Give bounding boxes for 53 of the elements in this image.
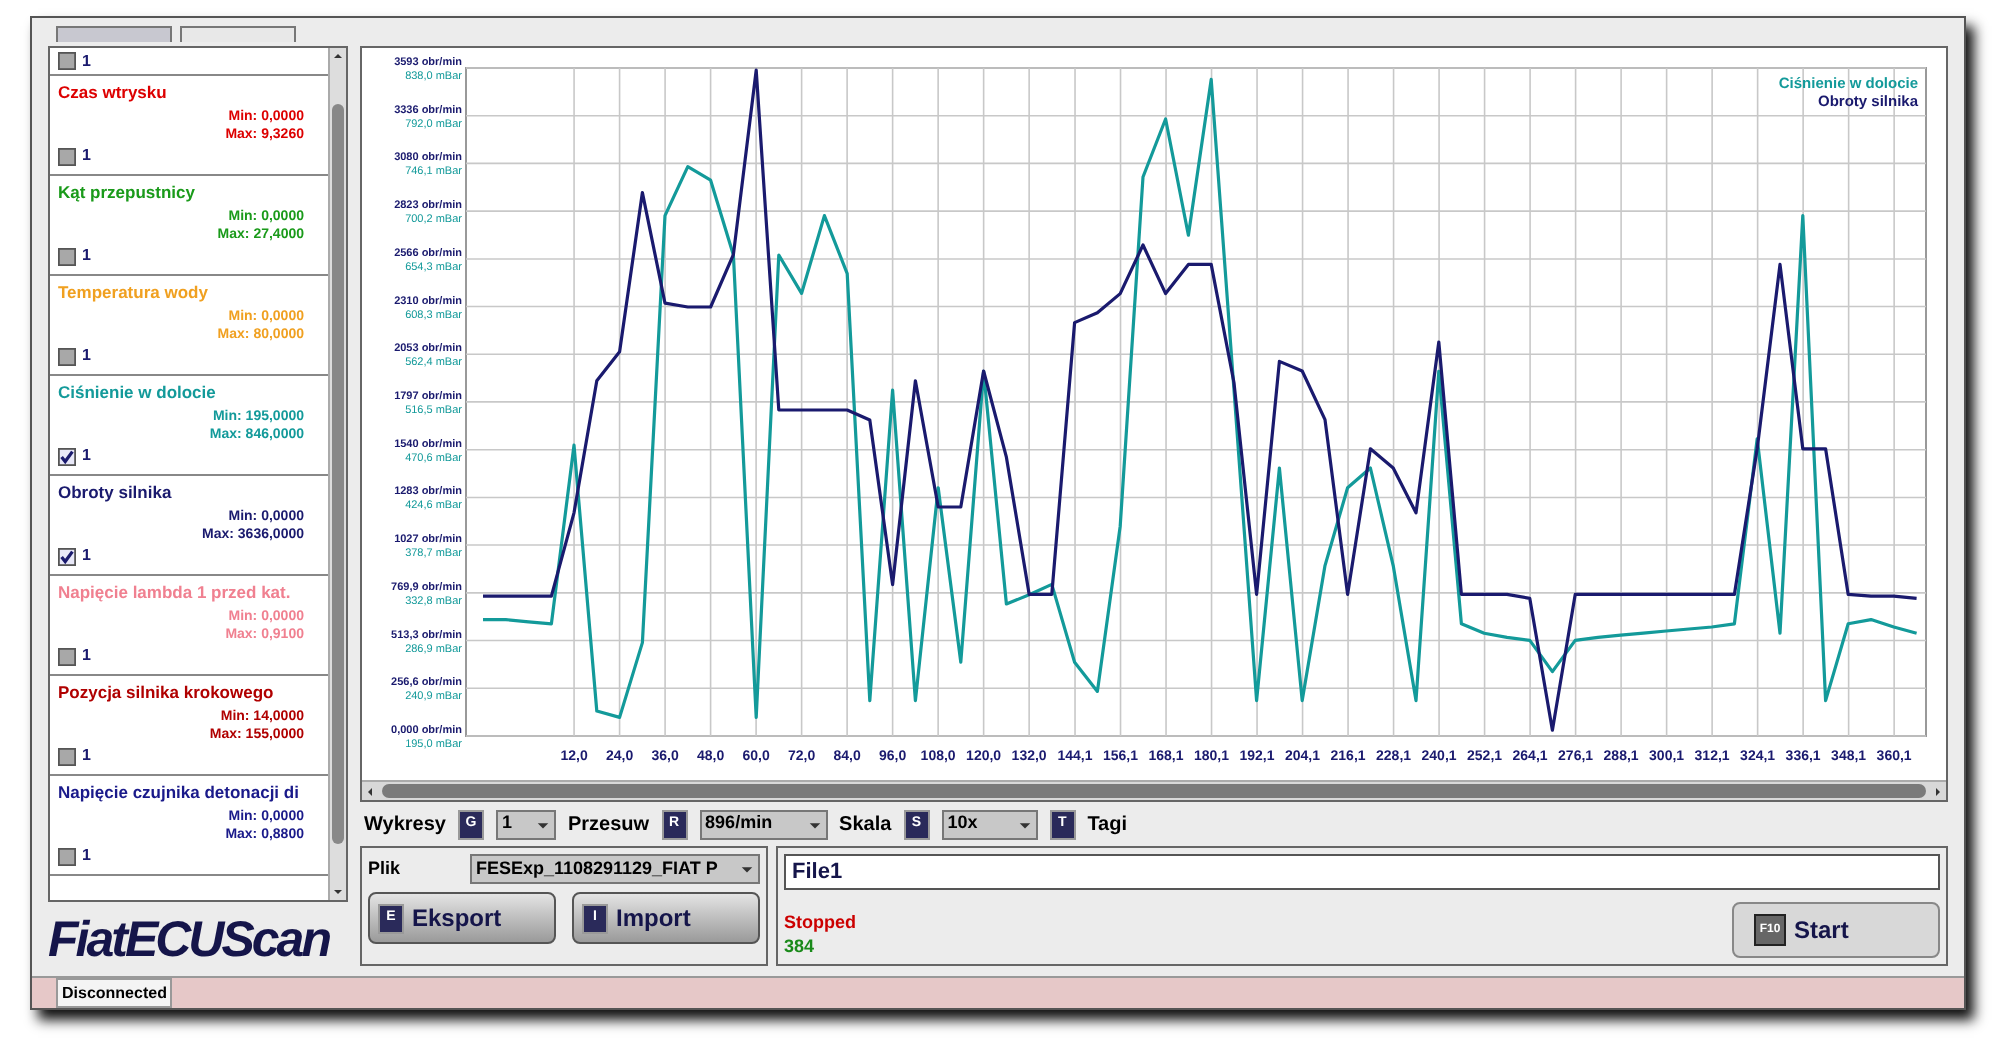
scrollbar-thumb[interactable] <box>332 104 344 844</box>
channel-name: Napięcie lambda 1 przed kat. <box>58 582 293 604</box>
channel-name: Kąt przepustnicy <box>58 182 197 204</box>
file-name-field[interactable]: File1 <box>784 854 1940 890</box>
dropdown[interactable]: FESExp_1108291129_FIAT P <box>469 854 760 884</box>
sample-count: 384 <box>784 934 817 958</box>
scroll-down-icon[interactable] <box>330 884 346 900</box>
status-text: Stopped <box>784 910 856 934</box>
toolbar-label: Wykresy <box>364 811 446 839</box>
caret-icon <box>535 817 550 831</box>
checkbox[interactable] <box>58 347 76 365</box>
count-label: 1 <box>82 844 91 868</box>
scrollbar[interactable] <box>328 48 346 900</box>
count-label: 1 <box>82 444 91 468</box>
dropdown[interactable]: 1 <box>495 809 556 839</box>
app-logo: FiatECUScan <box>48 910 332 970</box>
checkbox[interactable] <box>58 447 76 465</box>
tab[interactable] <box>180 26 296 42</box>
caret-icon <box>807 817 822 831</box>
channel-name: Obroty silnika <box>58 482 174 504</box>
dropdown[interactable]: 896/min <box>699 809 828 839</box>
dropdown[interactable]: 10x <box>941 809 1038 839</box>
field-label: Plik <box>368 855 403 882</box>
channel-name: Czas wtrysku <box>58 82 169 104</box>
channel-name: Pozycja silnika krokowego <box>58 682 276 704</box>
channel-name: Ciśnienie w dolocie <box>58 382 218 404</box>
scrollbar-thumb[interactable] <box>382 784 1926 798</box>
checkbox[interactable] <box>58 247 76 265</box>
checkbox[interactable] <box>58 647 76 665</box>
toolbar-label: Tagi <box>1087 811 1128 839</box>
scroll-right-icon[interactable] <box>1930 783 1946 799</box>
channel-name: Napięcie czujnika detonacji di <box>58 782 301 804</box>
count-label: 1 <box>82 644 91 668</box>
caret-icon <box>740 862 754 876</box>
connection-status: Disconnected <box>56 978 173 1008</box>
count-label: 1 <box>82 744 91 768</box>
checkbox[interactable] <box>58 747 76 765</box>
checkbox[interactable] <box>58 847 76 865</box>
checkbox[interactable] <box>58 547 76 565</box>
count-label: 1 <box>82 144 91 168</box>
caret-icon <box>1017 817 1032 831</box>
count-label: 1 <box>82 344 91 368</box>
horizontal-scrollbar[interactable] <box>362 780 1946 800</box>
channel-name: Temperatura wody <box>58 282 210 304</box>
checkbox[interactable] <box>58 52 76 70</box>
checkbox[interactable] <box>58 147 76 165</box>
tab[interactable] <box>56 26 172 42</box>
scroll-up-icon[interactable] <box>330 48 346 64</box>
toolbar-label: Skala <box>839 811 892 839</box>
count-label: 1 <box>82 544 91 568</box>
count-label: 1 <box>82 49 91 73</box>
toolbar-label: Przesuw <box>567 811 650 839</box>
count-label: 1 <box>82 244 91 268</box>
